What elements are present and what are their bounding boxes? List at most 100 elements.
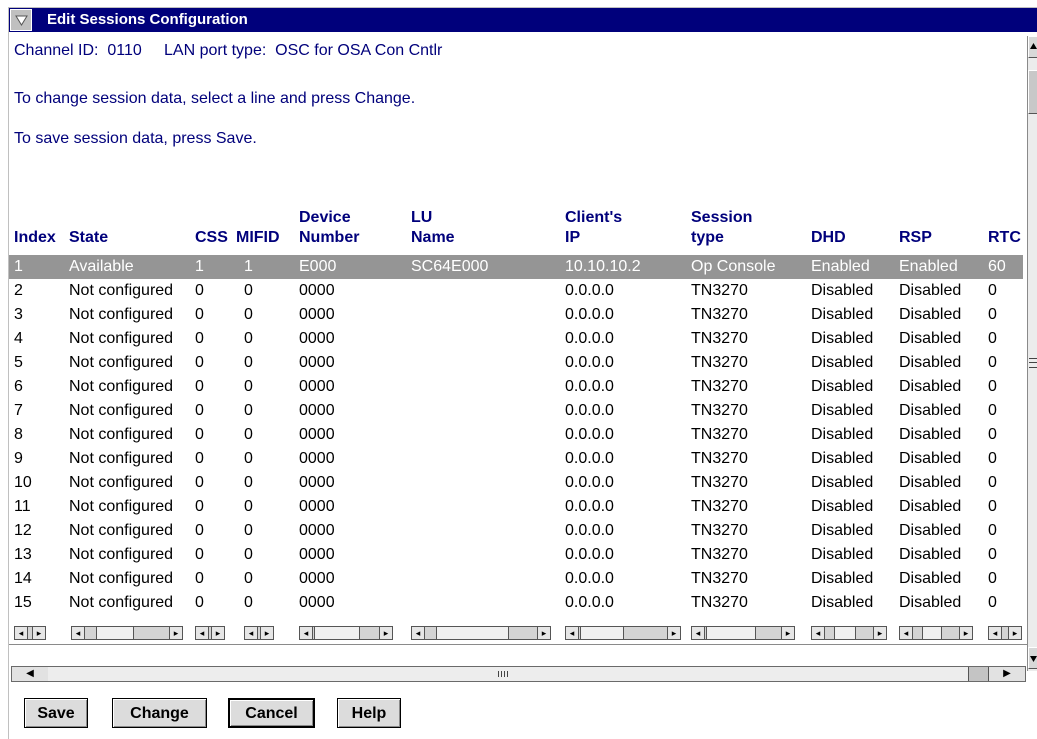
cell-device: 0000 (299, 594, 335, 611)
cell-session: TN3270 (691, 450, 748, 467)
arrow-left-icon[interactable]: ◂ (989, 627, 1002, 639)
arrow-left-icon[interactable]: ◂ (15, 627, 28, 639)
arrow-down-icon[interactable] (1028, 647, 1037, 669)
arrow-left-icon[interactable]: ◂ (812, 627, 825, 639)
arrow-left-icon[interactable]: ◂ (900, 627, 913, 639)
column-scrollbar[interactable]: ◂ ▸ (14, 626, 46, 640)
cell-dhd: Disabled (811, 402, 874, 419)
header-mifid[interactable]: MIFID (236, 228, 280, 248)
vertical-scroll-thumb[interactable] (1028, 70, 1037, 114)
arrow-right-icon[interactable]: ▸ (959, 627, 972, 639)
arrow-left-icon[interactable]: ◂ (692, 627, 705, 639)
column-scroll-thumb[interactable] (834, 627, 856, 639)
table-row[interactable]: 1 Available 1 1 E000 SC64E000 10.10.10.2 Op Con… (9, 255, 1023, 279)
table-row[interactable]: 7 Not configured 0 0 0000 0.0.0.0 TN3270 Disabl… (9, 399, 1023, 423)
scroll-grip-icon (1029, 358, 1037, 368)
header-lu-name[interactable]: LU Name (411, 208, 455, 248)
column-scroll-thumb[interactable] (314, 627, 360, 639)
header-session-type[interactable]: Session type (691, 208, 752, 248)
horizontal-scrollbar[interactable]: ◀ ▶ (11, 666, 1026, 682)
header-index[interactable]: Index (14, 228, 56, 248)
table-row[interactable]: 9 Not configured 0 0 0000 0.0.0.0 TN3270 Disabl… (9, 447, 1023, 471)
column-scrollbar[interactable]: ◂ ▸ (195, 626, 225, 640)
column-scrollbar[interactable]: ◂ ▸ (71, 626, 183, 640)
change-button[interactable]: Change (112, 698, 207, 728)
cell-device: 0000 (299, 354, 335, 371)
arrow-right-icon[interactable]: ▸ (379, 627, 392, 639)
table-row[interactable]: 15 Not configured 0 0 0000 0.0.0.0 TN3270 Disab… (9, 591, 1023, 615)
table-row[interactable]: 3 Not configured 0 0 0000 0.0.0.0 TN3270 Disabl… (9, 303, 1023, 327)
arrow-right-icon[interactable]: ▸ (211, 627, 224, 639)
arrow-right-icon[interactable]: ▶ (988, 667, 1025, 681)
cell-mifid: 0 (244, 570, 253, 587)
column-scrollbar[interactable]: ◂ ▸ (899, 626, 973, 640)
table-row[interactable]: 6 Not configured 0 0 0000 0.0.0.0 TN3270 Disabl… (9, 375, 1023, 399)
arrow-left-icon[interactable]: ◂ (72, 627, 85, 639)
column-scrollbar[interactable]: ◂ ▸ (565, 626, 681, 640)
help-button[interactable]: Help (337, 698, 401, 728)
vertical-scrollbar[interactable] (1027, 36, 1037, 671)
table-row[interactable]: 12 Not configured 0 0 0000 0.0.0.0 TN3270 Disab… (9, 519, 1023, 543)
cell-state: Not configured (69, 306, 174, 323)
column-scroll-strip: ◂ ▸ ◂ ▸ ◂ ▸ ◂ ▸ ◂ ▸ ◂ ▸ ◂ ▸ ◂ ▸ ◂ ▸ ◂ ▸ ◂ ▸ (9, 622, 1027, 645)
cell-index: 10 (14, 474, 32, 491)
arrow-right-icon[interactable]: ▸ (873, 627, 886, 639)
table-row[interactable]: 14 Not configured 0 0 0000 0.0.0.0 TN3270 Disab… (9, 567, 1023, 591)
table-row[interactable]: 5 Not configured 0 0 0000 0.0.0.0 TN3270 Disabl… (9, 351, 1023, 375)
header-device-number[interactable]: Device Number (299, 208, 359, 248)
header-client-ip[interactable]: Client's IP (565, 208, 622, 248)
table-row[interactable]: 2 Not configured 0 0 0000 0.0.0.0 TN3270 Disabl… (9, 279, 1023, 303)
header-dhd[interactable]: DHD (811, 228, 846, 248)
title-bar[interactable]: Edit Sessions Configuration (9, 8, 1037, 32)
arrow-left-icon[interactable]: ◂ (412, 627, 425, 639)
arrow-right-icon[interactable]: ▸ (32, 627, 45, 639)
table-row[interactable]: 13 Not configured 0 0 0000 0.0.0.0 TN3270 Disab… (9, 543, 1023, 567)
cell-session: TN3270 (691, 426, 748, 443)
arrow-right-icon[interactable]: ▸ (169, 627, 182, 639)
header-state[interactable]: State (69, 228, 108, 248)
column-scroll-thumb[interactable] (436, 627, 509, 639)
column-scroll-thumb[interactable] (706, 627, 756, 639)
column-scrollbar[interactable]: ◂ ▸ (988, 626, 1022, 640)
arrow-right-icon[interactable]: ▸ (667, 627, 680, 639)
header-rtc[interactable]: RTC (988, 228, 1021, 248)
cancel-button[interactable]: Cancel (228, 698, 315, 728)
cell-dhd: Disabled (811, 378, 874, 395)
cell-device: 0000 (299, 474, 335, 491)
arrow-up-icon[interactable] (1028, 36, 1037, 58)
column-scroll-thumb[interactable] (96, 627, 134, 639)
arrow-left-icon[interactable]: ◀ (12, 667, 49, 681)
column-scrollbar[interactable]: ◂ ▸ (691, 626, 795, 640)
header-rsp[interactable]: RSP (899, 228, 932, 248)
cell-client: 0.0.0.0 (565, 498, 614, 515)
horizontal-scroll-thumb[interactable] (48, 667, 969, 681)
column-scroll-thumb[interactable] (580, 627, 624, 639)
cell-css: 0 (195, 522, 204, 539)
table-row[interactable]: 8 Not configured 0 0 0000 0.0.0.0 TN3270 Disabl… (9, 423, 1023, 447)
arrow-right-icon[interactable]: ▸ (1008, 627, 1021, 639)
column-scroll-thumb[interactable] (922, 627, 942, 639)
cell-state: Not configured (69, 330, 174, 347)
arrow-right-icon[interactable]: ▸ (781, 627, 794, 639)
table-row[interactable]: 10 Not configured 0 0 0000 0.0.0.0 TN3270 Disab… (9, 471, 1023, 495)
cell-css: 0 (195, 546, 204, 563)
arrow-left-icon[interactable]: ◂ (245, 627, 258, 639)
column-scrollbar[interactable]: ◂ ▸ (411, 626, 551, 640)
column-scrollbar[interactable]: ◂ ▸ (244, 626, 274, 640)
cell-css: 0 (195, 570, 204, 587)
save-button[interactable]: Save (24, 698, 88, 728)
column-scrollbar[interactable]: ◂ ▸ (299, 626, 393, 640)
table-row[interactable]: 11 Not configured 0 0 0000 0.0.0.0 TN3270 Disab… (9, 495, 1023, 519)
system-menu-icon[interactable] (10, 9, 32, 31)
table-row[interactable]: 4 Not configured 0 0 0000 0.0.0.0 TN3270 Disabl… (9, 327, 1023, 351)
arrow-left-icon[interactable]: ◂ (566, 627, 579, 639)
edit-sessions-window: Edit Sessions Configuration Channel ID: … (8, 7, 1037, 739)
arrow-right-icon[interactable]: ▸ (260, 627, 273, 639)
arrow-left-icon[interactable]: ◂ (300, 627, 313, 639)
arrow-left-icon[interactable]: ◂ (196, 627, 209, 639)
column-scrollbar[interactable]: ◂ ▸ (811, 626, 887, 640)
header-css[interactable]: CSS (195, 228, 228, 248)
cell-client: 0.0.0.0 (565, 474, 614, 491)
cell-dhd: Disabled (811, 546, 874, 563)
arrow-right-icon[interactable]: ▸ (537, 627, 550, 639)
